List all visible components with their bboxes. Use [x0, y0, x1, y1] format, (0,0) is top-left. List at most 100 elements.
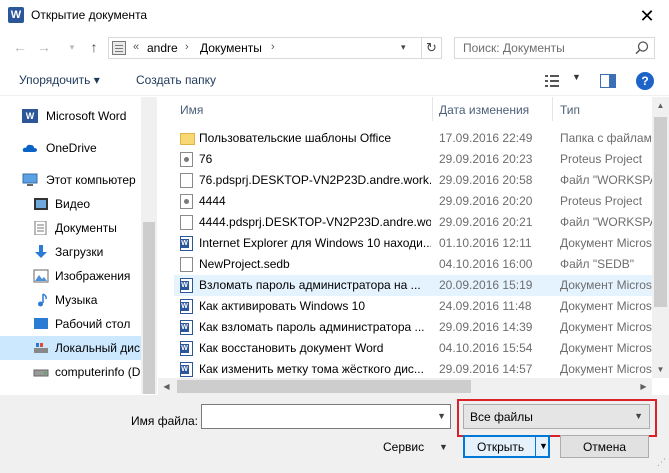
column-divider[interactable]	[552, 97, 553, 121]
title-bar: W Открытие документа ✕	[0, 0, 669, 31]
tools-dropdown-icon[interactable]: ▼	[439, 442, 448, 452]
breadcrumb-separator[interactable]: ›	[185, 41, 189, 53]
nav-item-local-disk[interactable]: Локальный дис	[0, 336, 141, 360]
file-type: Папка с файлами	[560, 131, 652, 145]
list-item[interactable]: Как взломать пароль администратора ... 2…	[174, 317, 652, 338]
recent-dropdown-icon[interactable]: ▾	[62, 37, 82, 57]
word-doc-icon	[180, 341, 193, 356]
word-doc-icon	[180, 299, 193, 314]
view-options-icon[interactable]	[544, 74, 560, 88]
list-item[interactable]: 4444.pdsprj.DESKTOP-VN2P23D.andre.wor...…	[174, 212, 652, 233]
nav-pane-scroll-thumb[interactable]	[143, 222, 155, 394]
nav-item-pictures[interactable]: Изображения	[0, 264, 141, 288]
list-item[interactable]: Как восстановить документ Word 04.10.201…	[174, 338, 652, 359]
filename-input[interactable]: ▼	[201, 404, 451, 429]
nav-item-this-pc[interactable]: Этот компьютер	[0, 168, 141, 192]
address-dropdown-icon[interactable]: ▾	[401, 42, 406, 53]
back-arrow-icon[interactable]: ←	[10, 37, 30, 57]
nav-item-label: Изображения	[55, 269, 131, 283]
breadcrumb-overflow[interactable]: «	[133, 41, 139, 53]
file-date: 29.09.2016 20:20	[439, 194, 533, 208]
scroll-left-arrow-icon[interactable]: ◀	[158, 378, 175, 395]
file-list-vertical-scrollbar[interactable]: ▲ ▼	[652, 97, 669, 378]
generic-file-icon	[180, 173, 193, 188]
scroll-up-arrow-icon[interactable]: ▲	[652, 97, 669, 114]
nav-item-label: OneDrive	[46, 141, 97, 155]
filename-label: Имя файла:	[131, 414, 198, 428]
list-item[interactable]: Взломать пароль администратора на ... 20…	[174, 275, 652, 296]
nav-item-downloads[interactable]: Загрузки	[0, 240, 141, 264]
address-bar[interactable]: « andre › Документы › ▾ ↻	[108, 37, 442, 59]
file-type: Документ Micros	[560, 362, 652, 376]
list-item[interactable]: Пользовательские шаблоны Office 17.09.20…	[174, 128, 652, 149]
horizontal-scroll-thumb[interactable]	[177, 380, 471, 393]
file-name: 76.pdsprj.DESKTOP-VN2P23D.andre.work...	[199, 173, 431, 187]
file-date: 29.09.2016 14:57	[439, 362, 533, 376]
scroll-right-arrow-icon[interactable]: ▶	[635, 378, 652, 395]
file-date: 24.09.2016 11:48	[439, 299, 532, 313]
organize-button[interactable]: Упорядочить ▾	[19, 73, 100, 87]
list-item[interactable]: Как изменить метку тома жёсткого дис... …	[174, 359, 652, 378]
cancel-button[interactable]: Отмена	[560, 435, 649, 458]
vertical-scroll-thumb[interactable]	[654, 117, 667, 307]
breadcrumb-documents[interactable]: Документы	[200, 41, 262, 55]
close-button[interactable]: ✕	[630, 2, 664, 30]
column-header-row: Имя Дата изменения Тип	[158, 97, 652, 121]
proteus-file-icon	[180, 152, 193, 167]
list-item[interactable]: Как активировать Windows 10 24.09.2016 1…	[174, 296, 652, 317]
nav-item-documents[interactable]: Документы	[0, 216, 141, 240]
column-divider[interactable]	[432, 97, 433, 121]
search-placeholder: Поиск: Документы	[463, 41, 565, 55]
forward-arrow-icon[interactable]: →	[34, 37, 54, 57]
file-date: 29.09.2016 20:21	[439, 215, 533, 229]
list-item[interactable]: 76.pdsprj.DESKTOP-VN2P23D.andre.work... …	[174, 170, 652, 191]
music-folder-icon	[38, 293, 47, 307]
list-item[interactable]: 4444 29.09.2016 20:20 Proteus Project	[174, 191, 652, 212]
column-header-type[interactable]: Тип	[560, 103, 580, 117]
word-doc-icon	[180, 320, 193, 335]
nav-item-music[interactable]: Музыка	[0, 288, 141, 312]
file-list-horizontal-scrollbar[interactable]: ◀ ▶	[158, 378, 652, 395]
column-header-name[interactable]: Имя	[180, 103, 203, 117]
file-list: Имя Дата изменения Тип Пользовательские …	[158, 97, 652, 378]
list-item[interactable]: 76 29.09.2016 20:23 Proteus Project	[174, 149, 652, 170]
column-header-date[interactable]: Дата изменения	[439, 103, 529, 117]
generic-file-icon	[180, 257, 193, 272]
open-options-dropdown-icon[interactable]: ▼	[539, 441, 548, 451]
list-item[interactable]: Internet Explorer для Windows 10 находи.…	[174, 233, 652, 254]
folder-icon	[180, 133, 195, 145]
word-doc-icon	[180, 278, 193, 293]
nav-item-microsoft-word[interactable]: W Microsoft Word	[0, 104, 141, 128]
resize-grip-icon[interactable]: ⋰	[657, 457, 666, 468]
search-input[interactable]: Поиск: Документы	[454, 37, 655, 59]
dialog-footer: Имя файла: ▼ Все файлы ▼ Сервис ▼ Открыт…	[0, 395, 669, 473]
nav-item-drive-d[interactable]: computerinfo (D	[0, 360, 141, 384]
help-icon[interactable]: ?	[636, 72, 654, 90]
view-dropdown-icon[interactable]: ▼	[572, 72, 581, 82]
up-arrow-icon[interactable]: ↑	[84, 37, 104, 57]
new-folder-button[interactable]: Создать папку	[136, 73, 216, 87]
file-date: 01.10.2016 12:11	[439, 236, 532, 250]
breadcrumb-andre[interactable]: andre	[147, 41, 178, 55]
file-date: 04.10.2016 15:54	[439, 341, 533, 355]
nav-item-onedrive[interactable]: OneDrive	[0, 136, 141, 160]
file-type: Документ Micros	[560, 320, 652, 334]
file-name: 76	[199, 152, 213, 166]
file-type: Документ Micros	[560, 236, 652, 250]
nav-item-video[interactable]: Видео	[0, 192, 141, 216]
preview-pane-icon[interactable]	[600, 74, 616, 88]
file-name: NewProject.sedb	[199, 257, 290, 271]
refresh-icon[interactable]: ↻	[421, 38, 441, 58]
list-item[interactable]: NewProject.sedb 04.10.2016 16:00 Файл "S…	[174, 254, 652, 275]
chevron-down-icon[interactable]: ▼	[437, 411, 446, 421]
nav-item-desktop[interactable]: Рабочий стол	[0, 312, 141, 336]
breadcrumb-separator[interactable]: ›	[271, 41, 275, 53]
open-button[interactable]: Открыть ▼	[463, 435, 550, 458]
scroll-down-arrow-icon[interactable]: ▼	[652, 361, 669, 378]
tools-button[interactable]: Сервис	[383, 440, 424, 454]
file-date: 29.09.2016 20:23	[439, 152, 533, 166]
file-name: Как восстановить документ Word	[199, 341, 384, 355]
file-name: Как изменить метку тома жёсткого дис...	[199, 362, 424, 376]
proteus-file-icon	[180, 194, 193, 209]
toolbar: Упорядочить ▾ Создать папку ▼ ?	[0, 66, 669, 96]
